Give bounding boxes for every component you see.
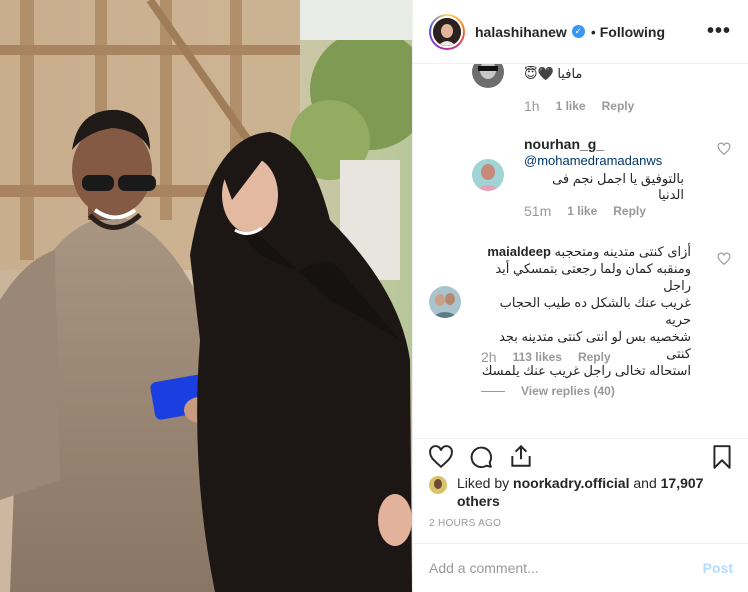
comment-time[interactable]: 51m <box>524 203 551 219</box>
post-timestamp[interactable]: 2 HOURS AGO <box>429 518 501 529</box>
view-replies[interactable]: View replies (40) <box>481 384 615 398</box>
comments-list[interactable]: مافيا 🖤😇 1h 1 like Reply nourhan_g_ @moh… <box>413 64 748 438</box>
liked-by-prefix: Liked by <box>457 475 510 491</box>
avatar-image <box>429 286 461 318</box>
comment-icon[interactable] <box>468 444 494 470</box>
likes-summary: Liked by noorkadry.official and 17,907 o… <box>429 474 739 510</box>
bookmark-icon[interactable] <box>709 444 735 470</box>
post-header: halashihanew ✓ • Following ••• <box>413 0 748 64</box>
comment-text: مافيا 🖤😇 <box>524 66 583 81</box>
avatar-image <box>433 17 461 46</box>
heart-icon[interactable] <box>428 444 454 470</box>
post-button[interactable]: Post <box>703 560 733 576</box>
verified-icon: ✓ <box>571 25 585 38</box>
replies-line <box>481 390 505 392</box>
avatar-image <box>472 64 504 88</box>
comment-time[interactable]: 2h <box>481 349 497 365</box>
comment-heart-icon[interactable] <box>717 142 731 156</box>
comment-time[interactable]: 1h <box>524 98 540 114</box>
comment-line: أزاى كنتى متدينه ومتحجبه <box>554 244 691 259</box>
comment-likes[interactable]: 1 like <box>556 99 586 113</box>
comment-meta: 1h 1 like Reply <box>524 98 634 114</box>
instagram-post: halashihanew ✓ • Following ••• مافيا 🖤😇 … <box>0 0 748 592</box>
comment-username[interactable]: nourhan_g_ <box>524 136 604 152</box>
comment-heart-icon[interactable] <box>717 252 731 266</box>
comment-text: بالتوفيق يا اجمل نجم فى الدنيا <box>552 171 684 202</box>
author-avatar[interactable] <box>429 13 465 50</box>
comment-line: غريب عنك بالشكل ده طيب الحجاب حريه <box>499 295 691 327</box>
comment-avatar[interactable] <box>472 64 504 88</box>
liked-and: and <box>633 475 657 491</box>
post-image <box>0 0 412 592</box>
separator-dot: • <box>590 23 596 40</box>
reply-button[interactable]: Reply <box>613 204 646 218</box>
comment-likes[interactable]: 1 like <box>567 204 597 218</box>
post-side-panel: halashihanew ✓ • Following ••• مافيا 🖤😇 … <box>412 0 748 592</box>
comment-likes[interactable]: 113 likes <box>513 350 562 364</box>
comment-meta: 51m 1 like Reply <box>524 203 646 219</box>
more-icon[interactable]: ••• <box>707 21 731 41</box>
avatar-image <box>472 159 504 191</box>
view-replies-label[interactable]: View replies (40) <box>521 384 615 398</box>
comment-username[interactable]: maialdeep <box>487 244 551 259</box>
comment-avatar[interactable] <box>472 159 504 191</box>
share-icon[interactable] <box>508 443 534 469</box>
author-username[interactable]: halashihanew <box>475 24 567 40</box>
following-button[interactable]: Following <box>600 24 665 40</box>
post-photo[interactable] <box>0 0 412 592</box>
liker-username[interactable]: noorkadry.official <box>513 475 629 491</box>
comment-input[interactable] <box>429 560 703 576</box>
add-comment-bar: Post <box>413 543 748 592</box>
action-bar <box>413 438 748 478</box>
comment-meta: 2h 113 likes Reply <box>481 349 611 365</box>
comment-mention[interactable]: @mohamedramadanws <box>524 153 662 168</box>
reply-button[interactable]: Reply <box>602 99 635 113</box>
liker-avatar[interactable] <box>429 476 447 494</box>
comment-avatar[interactable] <box>429 286 461 318</box>
reply-button[interactable]: Reply <box>578 350 611 364</box>
comment-line: ومنقبه كمان ولما رجعتى بتمسكي أيد راجل <box>495 261 691 293</box>
avatar-image <box>429 476 447 494</box>
